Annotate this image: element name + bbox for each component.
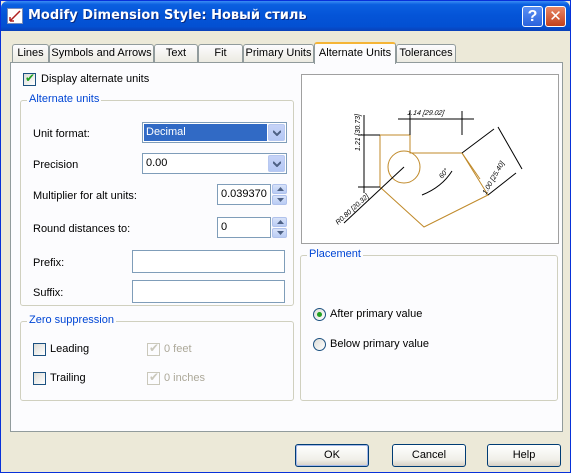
title-bar[interactable]: Modify Dimension Style: Новый стиль ? ✕ [1, 1, 570, 31]
trailing-checkbox[interactable] [33, 372, 46, 385]
preview-left-dim: 1.21 [30.73] [355, 113, 362, 151]
trailing-label: Trailing [50, 372, 86, 384]
tab-lines[interactable]: Lines [12, 44, 49, 63]
ok-button[interactable]: OK [295, 444, 369, 467]
alternate-units-group: Alternate units Unit format: Decimal Pre… [20, 93, 294, 306]
round-distances-spinner[interactable] [272, 217, 288, 238]
app-icon [7, 8, 23, 24]
suffix-label: Suffix: [33, 287, 64, 299]
inches-label: 0 inches [164, 372, 205, 384]
preview-angle: 60° [437, 167, 450, 180]
precision-value: 0.00 [146, 157, 168, 169]
preview-top-dim: 1.14 [29.02] [407, 110, 446, 117]
placement-group-label: Placement [307, 248, 363, 260]
multiplier-label: Multiplier for alt units: [33, 190, 137, 202]
dialog-window: Modify Dimension Style: Новый стиль ? ✕ … [0, 0, 571, 473]
unit-format-label: Unit format: [33, 128, 90, 140]
window-title: Modify Dimension Style: Новый стиль [28, 8, 307, 23]
tab-text[interactable]: Text [154, 44, 198, 63]
multiplier-spinner[interactable] [272, 184, 288, 205]
leading-label: Leading [50, 343, 90, 355]
display-alt-units-label: Display alternate units [41, 73, 150, 85]
spin-down-icon[interactable] [272, 195, 287, 205]
alternate-units-group-label: Alternate units [27, 93, 102, 105]
tab-alternate-units[interactable]: Alternate Units [314, 42, 396, 64]
spin-down-icon[interactable] [272, 228, 287, 238]
leading-checkbox[interactable] [33, 343, 46, 356]
prefix-input[interactable] [132, 250, 285, 273]
question-icon[interactable]: ? [522, 6, 543, 27]
close-icon[interactable]: ✕ [545, 6, 566, 27]
suffix-input[interactable] [132, 280, 285, 303]
feet-checkbox [147, 341, 160, 356]
prefix-label: Prefix: [33, 257, 65, 269]
tab-tolerances[interactable]: Tolerances [396, 44, 456, 63]
spin-up-icon[interactable] [272, 184, 287, 194]
placement-group: Placement After primary value Below prim… [300, 248, 558, 401]
unit-format-select[interactable]: Decimal [142, 122, 287, 143]
tab-fit[interactable]: Fit [198, 44, 243, 63]
round-distances-input[interactable]: 0 [217, 217, 271, 238]
after-primary-label: After primary value [330, 308, 423, 320]
precision-select[interactable]: 0.00 [142, 153, 287, 174]
multiplier-input[interactable]: 0.039370 [217, 184, 271, 205]
multiplier-value: 0.039370 [221, 188, 267, 200]
unit-format-value: Decimal [144, 124, 267, 141]
help-button[interactable]: Help [487, 444, 561, 467]
chevron-down-icon[interactable] [268, 155, 285, 172]
inches-checkbox [147, 370, 160, 385]
after-primary-radio[interactable] [313, 308, 326, 321]
preview-radius: R0.80 [20.32] [335, 192, 372, 226]
dimension-preview: 1.14 [29.02] 1.21 [30.73] 1.00 [25.40] R… [301, 74, 559, 244]
round-distances-label: Round distances to: [33, 223, 131, 235]
below-primary-radio[interactable] [313, 338, 326, 351]
zero-suppression-group-label: Zero suppression [27, 314, 116, 326]
cancel-button[interactable]: Cancel [392, 444, 466, 467]
precision-label: Precision [33, 159, 79, 171]
chevron-down-icon[interactable] [268, 124, 285, 141]
tab-primary-units[interactable]: Primary Units [243, 44, 314, 63]
preview-drawing: 1.14 [29.02] 1.21 [30.73] 1.00 [25.40] R… [335, 110, 523, 228]
feet-label: 0 feet [164, 343, 192, 355]
below-primary-label: Below primary value [330, 338, 430, 350]
zero-suppression-group: Zero suppression Leading 0 feet Trailing… [20, 314, 294, 401]
spin-up-icon[interactable] [272, 217, 287, 227]
tab-symbols-arrows[interactable]: Symbols and Arrows [49, 44, 154, 63]
display-alt-units-checkbox[interactable] [23, 71, 36, 86]
tab-panel: Display alternate units Alternate units … [10, 62, 563, 432]
round-distances-value: 0 [221, 221, 228, 233]
